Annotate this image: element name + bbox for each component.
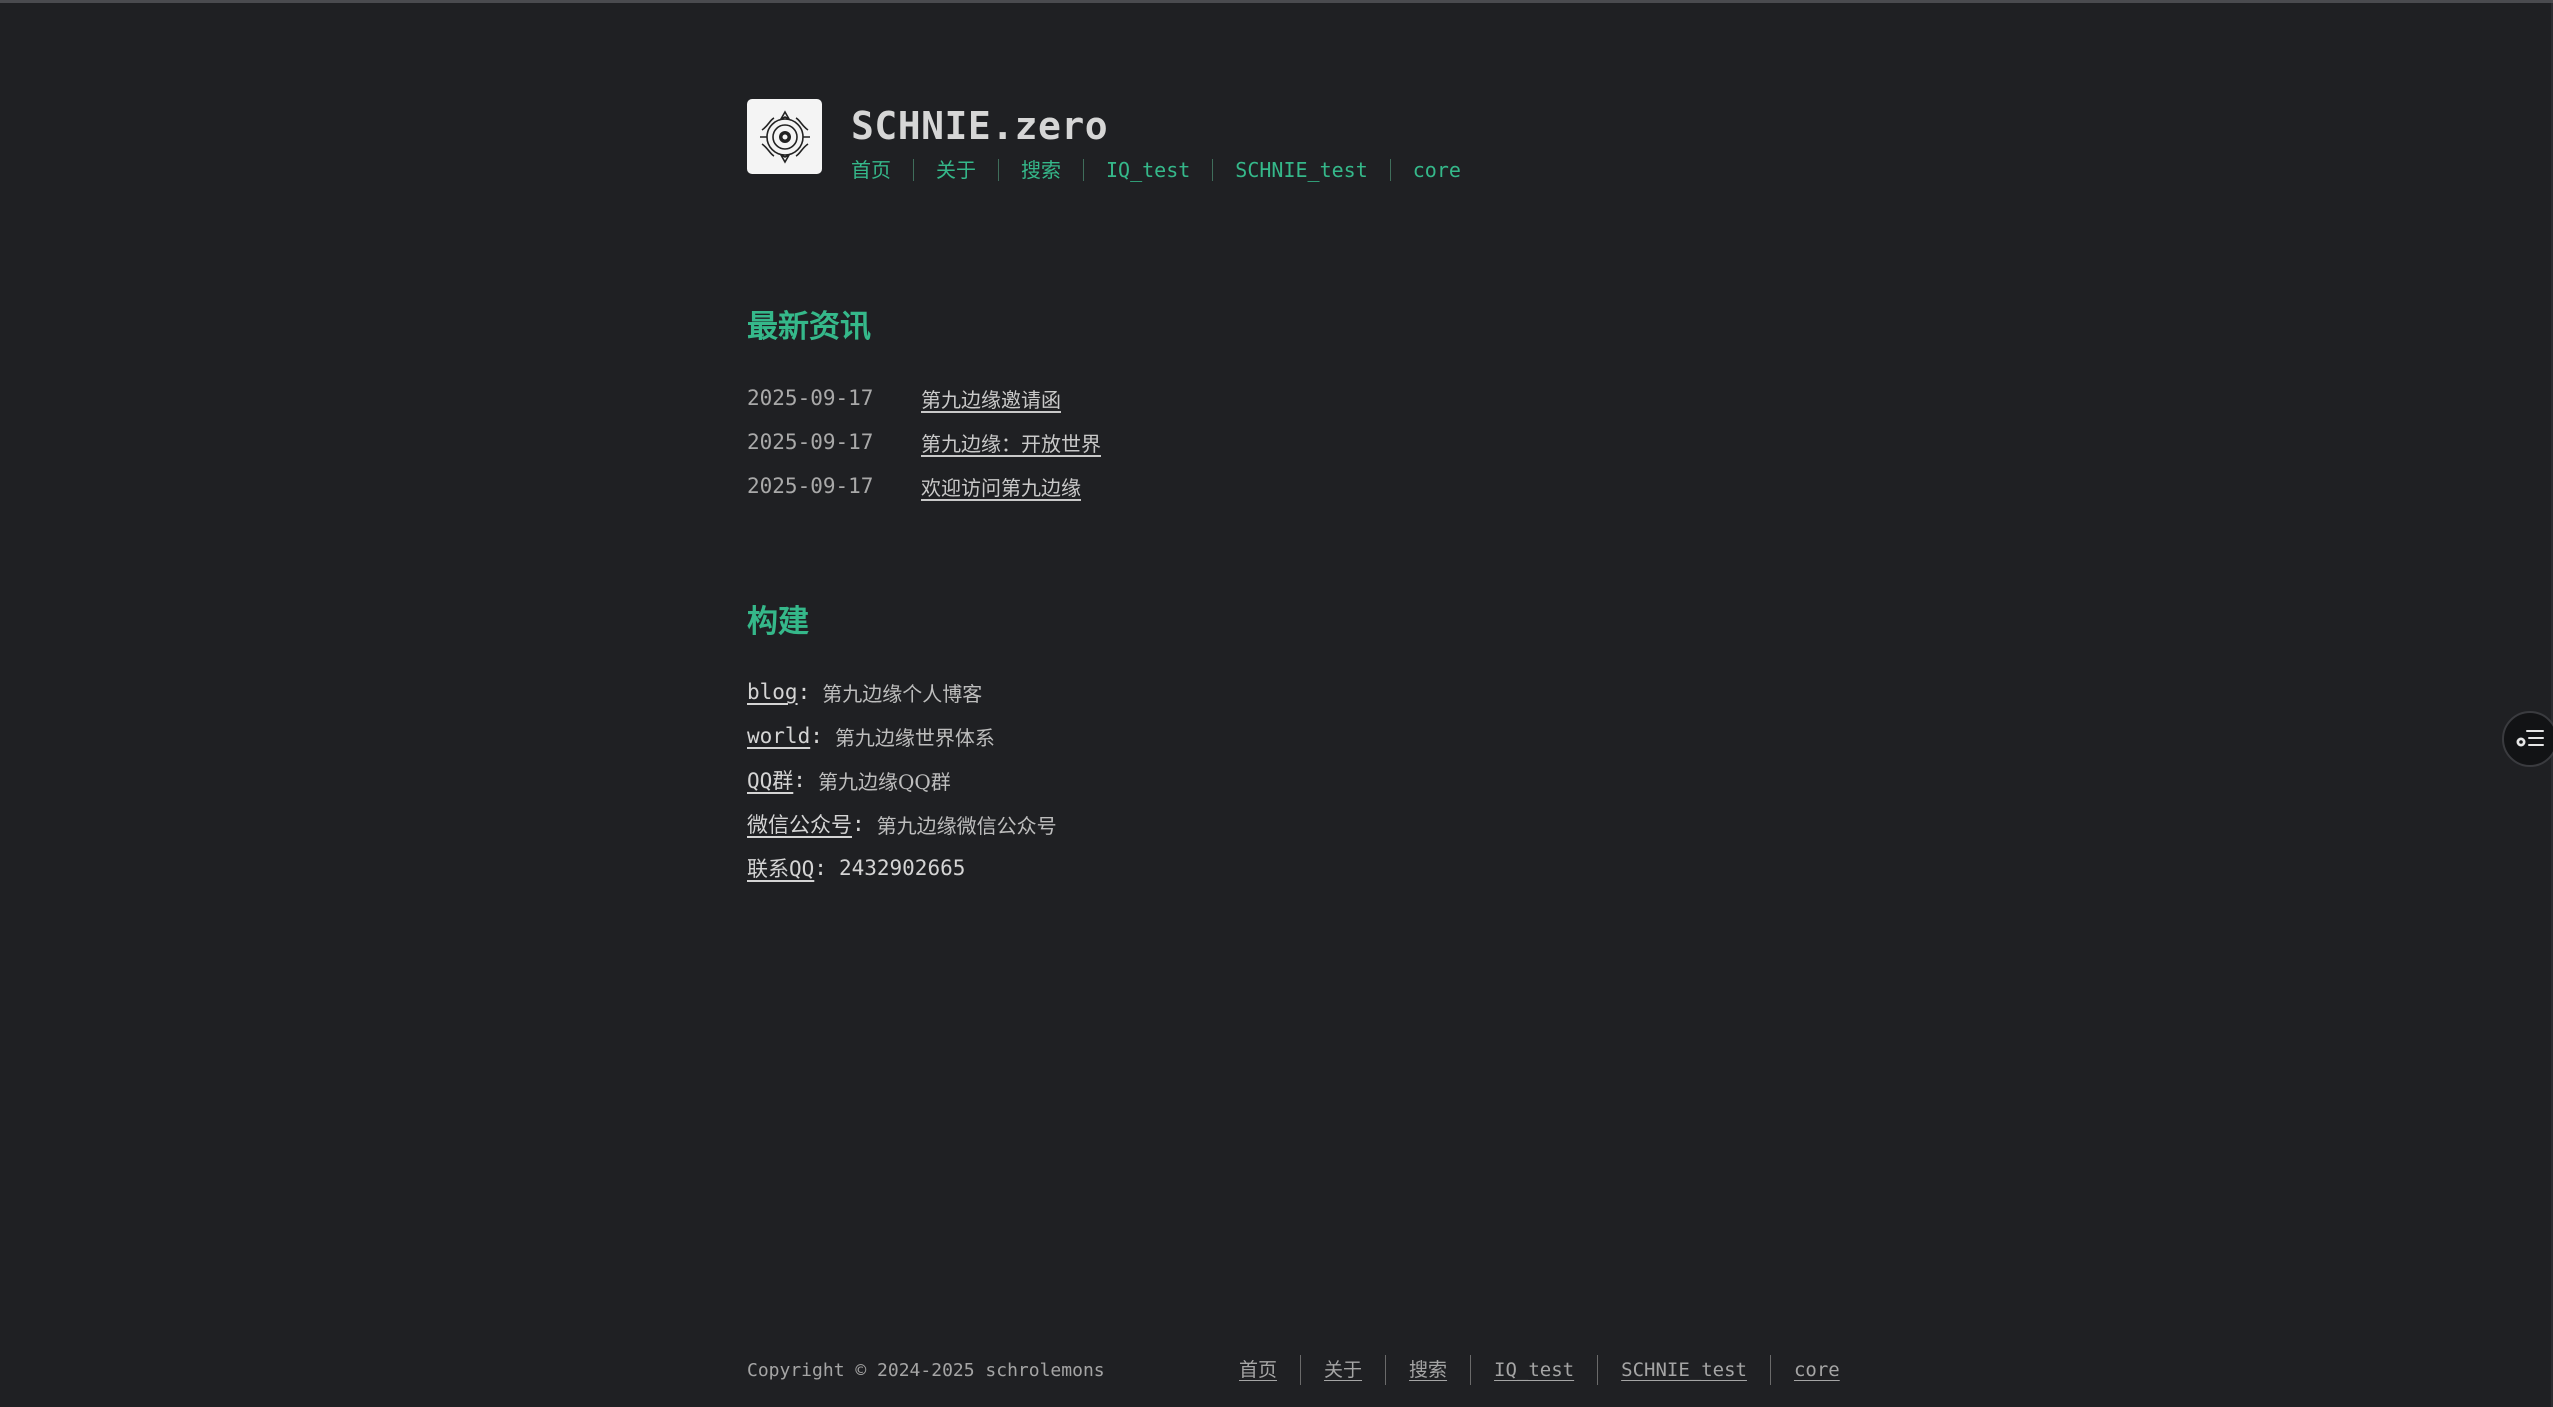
footer-nav-schnie-test[interactable]: SCHNIE_test	[1597, 1355, 1770, 1385]
news-date: 2025-09-17	[747, 474, 874, 498]
site-footer: Copyright © 2024-2025 schrolemons 首页 关于 …	[747, 1355, 1947, 1385]
list-item: 2025-09-17 欢迎访问第九边缘	[747, 464, 1101, 508]
news-date: 2025-09-17	[747, 386, 874, 410]
top-nav-schnie-test[interactable]: SCHNIE_test	[1212, 159, 1389, 181]
separator: :	[814, 856, 827, 880]
site-header: SCHNIE.zero 首页 关于 搜索 IQ_test SCHNIE_test…	[747, 99, 1483, 181]
world-link[interactable]: world	[747, 724, 810, 748]
footer-nav-core[interactable]: core	[1769, 1355, 1863, 1385]
list-item: 2025-09-17 第九边缘：开放世界	[747, 420, 1101, 464]
news-link[interactable]: 第九边缘邀请函	[921, 384, 1061, 413]
separator: :	[852, 812, 865, 836]
qq-group-link[interactable]: QQ群	[747, 765, 793, 795]
footer-nav: 首页 关于 搜索 IQ_test SCHNIE_test core	[1239, 1355, 1863, 1385]
build-description: 第九边缘微信公众号	[876, 813, 1057, 838]
blog-link[interactable]: blog	[747, 680, 798, 704]
top-nav-search[interactable]: 搜索	[998, 159, 1083, 181]
top-nav-iq-test[interactable]: IQ_test	[1083, 159, 1212, 181]
toc-button[interactable]	[2502, 711, 2553, 767]
news-date: 2025-09-17	[747, 430, 874, 454]
footer-nav-about[interactable]: 关于	[1300, 1355, 1385, 1385]
footer-nav-search[interactable]: 搜索	[1385, 1355, 1470, 1385]
news-section-title: 最新资讯	[747, 309, 871, 345]
seal-logo-icon[interactable]	[747, 99, 822, 174]
build-description: 第九边缘世界体系	[834, 725, 995, 750]
build-section-title: 构建	[747, 604, 809, 640]
site-title[interactable]: SCHNIE.zero	[851, 107, 1483, 145]
separator: :	[797, 680, 811, 704]
toc-settings-icon	[2516, 730, 2544, 747]
build-description: 第九边缘个人博客	[822, 681, 983, 706]
list-item: 联系QQ : 2432902665	[747, 846, 1057, 890]
footer-nav-iq-test[interactable]: IQ_test	[1470, 1355, 1597, 1385]
wechat-link[interactable]: 微信公众号	[747, 809, 852, 839]
copyright: Copyright © 2024-2025 schrolemons	[747, 1359, 1105, 1381]
header-text: SCHNIE.zero 首页 关于 搜索 IQ_test SCHNIE_test…	[851, 99, 1483, 181]
top-nav: 首页 关于 搜索 IQ_test SCHNIE_test core	[851, 159, 1483, 181]
list-item: 微信公众号 : 第九边缘微信公众号	[747, 802, 1057, 846]
news-link[interactable]: 欢迎访问第九边缘	[921, 472, 1081, 501]
news-list: 2025-09-17 第九边缘邀请函 2025-09-17 第九边缘：开放世界 …	[747, 376, 1101, 508]
contact-qq-link[interactable]: 联系QQ	[747, 853, 814, 883]
separator: :	[810, 724, 823, 748]
footer-nav-home[interactable]: 首页	[1239, 1355, 1300, 1385]
top-nav-home[interactable]: 首页	[851, 159, 913, 181]
list-item: QQ群 : 第九边缘QQ群	[747, 758, 1057, 802]
top-nav-core[interactable]: core	[1389, 159, 1483, 181]
news-link[interactable]: 第九边缘：开放世界	[921, 428, 1101, 457]
top-nav-about[interactable]: 关于	[913, 159, 998, 181]
contact-qq-number: 2432902665	[838, 856, 966, 880]
list-item: world : 第九边缘世界体系	[747, 714, 1057, 758]
separator: :	[793, 768, 806, 792]
build-description: 第九边缘QQ群	[817, 769, 951, 794]
build-list: blog : 第九边缘个人博客 world : 第九边缘世界体系 QQ群 : 第…	[747, 670, 1057, 890]
list-item: blog : 第九边缘个人博客	[747, 670, 1057, 714]
list-item: 2025-09-17 第九边缘邀请函	[747, 376, 1101, 420]
